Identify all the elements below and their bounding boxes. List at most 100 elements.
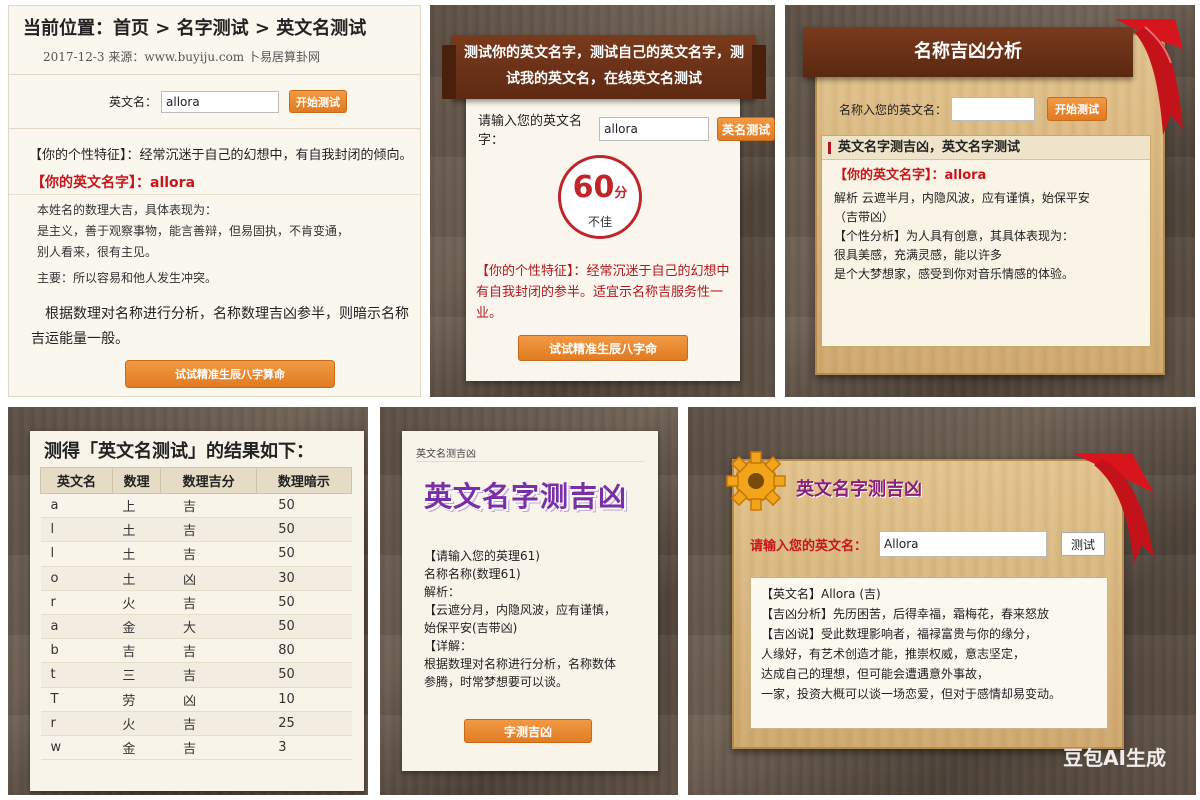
panel-name-analysis: 名称吉凶分析 名称入您的英文名： 开始测试 英文名字测吉凶，英文名字测试 【你的…: [785, 5, 1195, 397]
result-line: 达成自己的理想，但可能会遭遇意外事故，: [761, 667, 990, 681]
table-cell: 凶: [160, 687, 257, 712]
table-row: T 劳凶 10: [40, 687, 352, 712]
gear-icon: [726, 451, 786, 511]
table-cell: 50: [256, 662, 352, 688]
table-cell: 50: [256, 517, 352, 543]
personality-trait: 【你的个性特征】：经常沉迷于自己的幻想中，有自我封闭的倾向。: [29, 148, 413, 163]
result-box: 英文名字测吉凶，英文名字测试 【你的英文名字】：allora 解析 云遮半月，内…: [821, 135, 1151, 347]
name-form: 请输入您的英文名： 测试: [750, 531, 1106, 557]
table-cell: o: [40, 566, 113, 591]
red-ribbon-icon: [1115, 19, 1183, 135]
start-test-button[interactable]: 开始测试: [1047, 97, 1108, 121]
table-row: a 上吉 50: [40, 493, 352, 519]
your-name-value: allora: [944, 168, 987, 183]
name-form: 请输入您的英文名字： 英名测试: [478, 110, 775, 148]
your-name-value: allora: [150, 175, 196, 191]
board-title: 英文名字测吉凶: [796, 479, 922, 500]
panel-gear-title: 英文名字测吉凶 请输入您的英文名： 测试 【英文名】Allora (吉) 【吉凶…: [688, 407, 1196, 795]
result-line: 别人看来，很有主见。: [37, 245, 158, 259]
column-header: 数理暗示: [255, 467, 353, 494]
english-name-input[interactable]: [951, 97, 1036, 121]
card-small-label: 英文名测吉凶: [416, 449, 476, 460]
personality-trait: 【你的个性特征】：经常沉迷于自己的幻想中有自我封闭的参半。适宜示名称吉服务性一业…: [476, 264, 730, 321]
score-unit: 分: [614, 186, 628, 201]
table-cell: 吉: [160, 493, 257, 519]
panel-score-card: 测试你的英文名字，测试自己的英文名字，测试我的英文名，在线英文名测试 请输入您的…: [430, 5, 775, 397]
english-name-input[interactable]: [161, 90, 280, 113]
result-line: 【英文名】Allora (吉): [761, 587, 881, 601]
prompt-label: 名称入您的英文名：: [839, 102, 948, 117]
table-cell: 吉: [112, 638, 161, 664]
result-line: 【请输入您的英理61): [424, 549, 540, 563]
table-cell: 吉: [160, 662, 257, 688]
result-line: 很具美感，充满灵感，能以许多: [834, 248, 1003, 262]
column-header: 数理: [111, 467, 162, 494]
your-name-label: 【你的英文名字】：: [834, 168, 945, 183]
result-line: 【详解：: [424, 639, 473, 653]
score-level: 不佳: [587, 215, 612, 229]
table-cell: 吉: [160, 541, 257, 567]
table-cell: 火: [112, 590, 161, 615]
table-row: t 三吉 50: [40, 662, 352, 688]
bazi-fortune-button[interactable]: 试试精准生辰八字命: [518, 335, 688, 361]
prompt-label: 请输入您的英文名字：: [478, 114, 583, 148]
table-cell: w: [40, 735, 113, 761]
table-row: r 火吉 50: [40, 590, 352, 615]
table-cell: 金: [112, 614, 161, 640]
your-name-line: 【你的英文名字】：allora: [834, 166, 1138, 185]
your-name-label: 【你的英文名字】：: [31, 175, 150, 191]
table-cell: T: [40, 687, 113, 712]
result-text: 【请输入您的英理61) 名称名称(数理61) 解析： 【云遮分月，内隐风波，应有…: [424, 547, 646, 691]
table-cell: 凶: [160, 566, 257, 591]
result-line: 解析 云遮半月，内隐风波，应有谨慎，始保平安: [834, 191, 1090, 205]
column-header: 英文名: [40, 467, 113, 494]
section-heading: 英文名字测吉凶，英文名字测试: [822, 136, 1150, 160]
result-line: 是主义，善于观察事物，能言善辩，但易固执，不肯变通，: [37, 224, 350, 238]
panel-result-table: 测得「英文名测试」的结果如下： 英文名 数理 数理吉分 数理暗示 a 上吉 50 l 土…: [8, 407, 368, 795]
divider: [9, 74, 420, 75]
table-row: r 火吉 25: [40, 711, 352, 736]
panel-purple-title: 英文名测吉凶 英文名字测吉凶 【请输入您的英理61) 名称名称(数理61) 解析…: [380, 407, 678, 795]
score-value: 60: [572, 170, 615, 205]
start-test-button[interactable]: 开始测试: [289, 90, 348, 113]
table-cell: r: [40, 590, 113, 615]
divider: [9, 194, 420, 195]
ai-watermark: 豆包AI生成: [1063, 746, 1166, 770]
result-line: 根据数理对名称进行分析，名称数体: [424, 657, 617, 671]
table-cell: 10: [256, 687, 352, 712]
table-cell: 50: [256, 541, 352, 567]
name-fortune-button[interactable]: 字测吉凶: [464, 719, 592, 743]
name-test-button[interactable]: 英名测试: [717, 117, 775, 141]
divider: [9, 128, 420, 129]
english-name-input[interactable]: [599, 117, 710, 141]
your-name-line: 【你的英文名字】：allora: [31, 172, 195, 192]
table-cell: 30: [256, 566, 352, 591]
result-line: 参腾，时常梦想要可以谈。: [424, 675, 569, 689]
result-line: 名称名称(数理61): [424, 567, 521, 581]
table-cell: 吉: [160, 735, 257, 761]
table-row: w金吉3: [40, 735, 352, 761]
table-header-row: 英文名 数理 数理吉分 数理暗示: [40, 467, 353, 494]
score-badge: 60分 不佳: [558, 155, 642, 239]
table-cell: r: [40, 711, 113, 736]
result-line: 【云遮分月，内隐风波，应有谨慎，: [424, 603, 617, 617]
panel-buyiju-result: 当前位置：首页 > 名字测试 > 英文名测试 2017-12-3 来源：www.…: [8, 5, 421, 397]
table-title: 测得「英文名测试」的结果如下：: [44, 441, 314, 462]
table-cell: 3: [256, 735, 352, 761]
table-cell: 50: [256, 493, 352, 519]
english-name-input[interactable]: [879, 531, 1048, 557]
table-row: l 土吉 50: [40, 517, 352, 543]
table-cell: 80: [256, 638, 352, 664]
result-line: 始保平安(吉带凶): [424, 621, 518, 635]
bazi-fortune-button[interactable]: 试试精准生辰八字算命: [125, 360, 335, 388]
table-cell: 金: [112, 735, 161, 761]
test-button[interactable]: 测试: [1061, 532, 1106, 556]
divider: [416, 461, 644, 462]
title-banner: 测试你的英文名字，测试自己的英文名字，测试我的英文名，在线英文名测试: [442, 35, 766, 99]
table-cell: 土: [112, 541, 161, 567]
breadcrumb: 当前位置：首页 > 名字测试 > 英文名测试: [23, 18, 367, 39]
table-cell: l: [40, 541, 113, 567]
analysis-text: 根据数理对名称进行分析，名称数理吉凶参半，则暗示名称吉运能量一般。: [31, 306, 409, 347]
prompt-label: 请输入您的英文名：: [750, 538, 868, 554]
name-label: 英文名：: [109, 95, 158, 109]
